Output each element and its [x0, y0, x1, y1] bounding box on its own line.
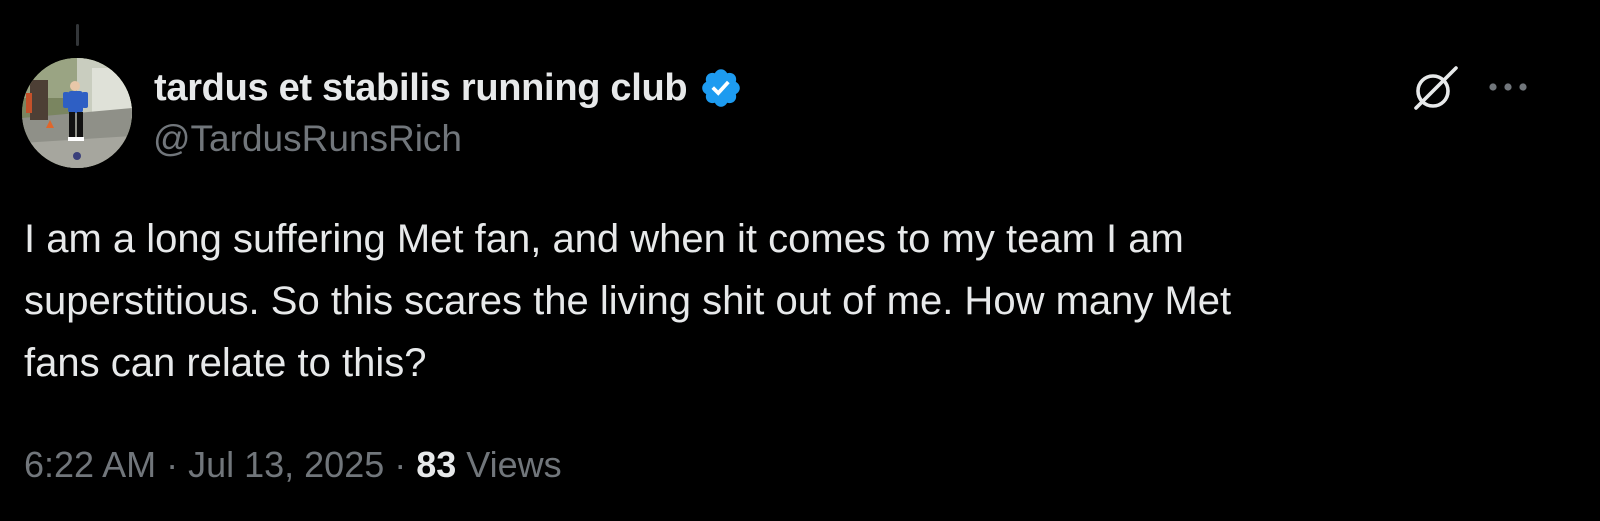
- more-options-icon[interactable]: [1486, 80, 1530, 94]
- meta-separator: ·: [384, 444, 417, 485]
- tweet-time[interactable]: 6:22 AM: [24, 444, 156, 485]
- tweet-text: I am a long suffering Met fan, and when …: [24, 217, 1232, 385]
- verified-badge-icon[interactable]: [699, 66, 743, 110]
- avatar[interactable]: [22, 58, 132, 168]
- tweet-metadata: 6:22 AM · Jul 13, 2025 · 83 Views: [24, 444, 562, 486]
- grok-icon[interactable]: [1410, 62, 1462, 114]
- author-display-name[interactable]: tardus et stabilis running club: [154, 67, 688, 110]
- meta-separator: ·: [156, 444, 189, 485]
- views-count[interactable]: 83: [416, 444, 456, 485]
- tweet-date[interactable]: Jul 13, 2025: [188, 444, 384, 485]
- views-label[interactable]: Views: [456, 444, 561, 485]
- avatar-photo: [22, 58, 132, 168]
- thread-connector-line: [76, 24, 79, 46]
- author-name-row: tardus et stabilis running club: [154, 64, 743, 112]
- author-handle[interactable]: @TardusRunsRich: [153, 118, 462, 160]
